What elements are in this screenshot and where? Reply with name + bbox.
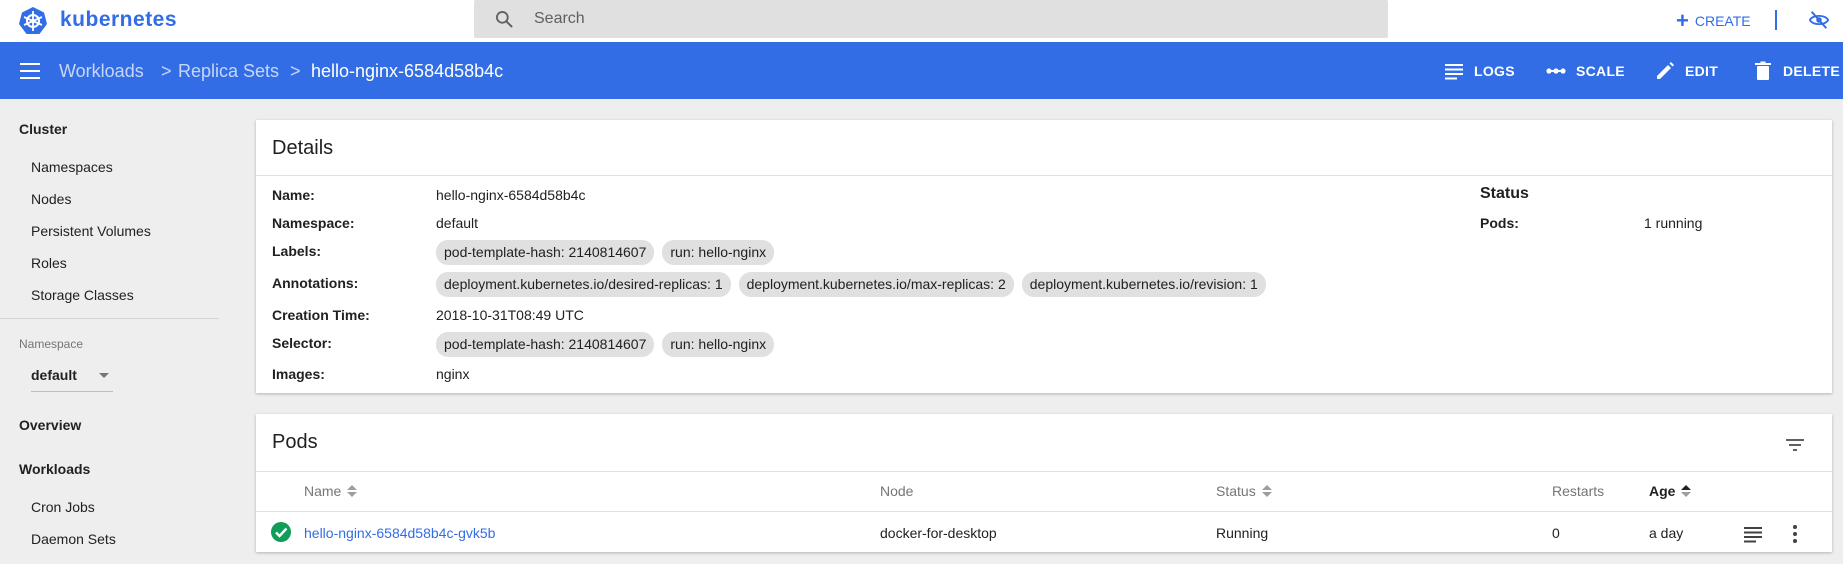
search-input[interactable] [534,0,1374,38]
pods-status-value: 1 running [1644,215,1703,231]
annotation-chip: deployment.kubernetes.io/max-replicas: 2 [738,272,1014,297]
column-label: Age [1649,483,1676,499]
images-label: Images: [272,366,325,382]
namespace-value: default [436,215,479,231]
name-label: Name: [272,187,315,203]
breadcrumb-separator: > [290,61,301,81]
card-divider [256,471,1832,472]
column-label: Restarts [1552,483,1605,499]
sort-ascending-icon[interactable] [1681,485,1692,497]
edit-button[interactable]: EDIT [1654,60,1718,82]
table-header-divider [256,511,1832,512]
scale-button[interactable]: SCALE [1545,60,1625,82]
sidebar-item-cron-jobs[interactable]: Cron Jobs [31,499,95,515]
sidebar-item-daemon-sets[interactable]: Daemon Sets [31,531,116,547]
filter-icon[interactable] [1783,433,1807,457]
toolbar-divider [1775,10,1777,30]
breadcrumb-separator: > [161,61,172,81]
sidebar-item-persistent-volumes[interactable]: Persistent Volumes [31,223,151,239]
sidebar-item-nodes[interactable]: Nodes [31,191,71,207]
menu-icon[interactable] [20,63,40,79]
labels-label: Labels: [272,243,322,259]
column-label: Name [304,483,342,499]
annotation-chip: deployment.kubernetes.io/desired-replica… [436,272,731,297]
column-header-age[interactable]: Age [1649,483,1692,499]
selector-chip: pod-template-hash: 2140814607 [436,332,655,357]
column-header-restarts: Restarts [1552,483,1604,499]
search-bar[interactable] [474,0,1388,38]
pods-status-label: Pods: [1480,215,1519,231]
selector-label: Selector: [272,335,332,351]
column-label: Status [1216,483,1256,499]
logs-icon[interactable] [1742,523,1764,545]
namespace-label: Namespace: [272,215,355,231]
breadcrumb-bar: Workloads > Replica Sets > hello-nginx-6… [0,42,1843,99]
labels-chips: pod-template-hash: 2140814607 run: hello… [436,240,775,265]
status-heading: Status [1480,185,1529,202]
sidebar-heading-cluster[interactable]: Cluster [19,121,67,137]
namespace-label: Namespace [19,337,84,351]
column-header-node: Node [880,483,913,499]
creation-time-value: 2018-10-31T08:49 UTC [436,307,584,323]
scale-label: SCALE [1576,63,1625,79]
label-chip: run: hello-nginx [662,240,775,265]
annotation-chip: deployment.kubernetes.io/revision: 1 [1021,272,1266,297]
pod-status: Running [1216,525,1269,541]
sidebar-item-overview[interactable]: Overview [19,417,81,433]
pencil-icon [1657,62,1674,79]
brand-title[interactable]: kubernetes [60,8,177,32]
pod-name-link[interactable]: hello-nginx-6584d58b4c-gvk5b [304,525,495,541]
annotations-label: Annotations: [272,275,359,291]
logs-button[interactable]: LOGS [1443,60,1515,82]
logs-label: LOGS [1474,63,1515,79]
search-icon [496,11,513,28]
sidebar: Cluster Namespaces Nodes Persistent Volu… [0,99,236,564]
pod-node: docker-for-desktop [880,525,997,541]
sort-icon[interactable] [347,485,358,497]
page-title: hello-nginx-6584d58b4c [311,61,504,81]
sidebar-item-storage-classes[interactable]: Storage Classes [31,287,134,303]
trash-icon [1755,61,1771,80]
kubernetes-logo-icon[interactable] [18,6,48,36]
annotations-chips: deployment.kubernetes.io/desired-replica… [436,272,1266,297]
dropdown-caret-icon [99,373,109,378]
sort-icon[interactable] [1261,485,1272,497]
sidebar-heading-workloads[interactable]: Workloads [19,461,90,477]
breadcrumb-replica-sets[interactable]: Replica Sets [178,61,279,82]
create-label: CREATE [1694,13,1751,29]
delete-button[interactable]: DELETE [1752,60,1840,82]
images-value: nginx [436,366,470,382]
column-header-status[interactable]: Status [1216,483,1272,499]
scale-icon [1546,68,1566,74]
pod-age: a day [1649,525,1684,541]
column-label: Node [880,483,914,499]
check-circle-icon [271,522,291,542]
top-bar: kubernetes + CREATE [0,0,1843,42]
pods-card: Pods Name Node Status Restarts Age hello… [256,414,1832,552]
sidebar-item-roles[interactable]: Roles [31,255,67,271]
more-vert-icon[interactable] [1784,523,1806,545]
breadcrumb-workloads[interactable]: Workloads [59,61,144,82]
logs-icon [1445,64,1463,80]
visibility-off-icon[interactable] [1808,9,1830,31]
edit-label: EDIT [1685,63,1719,79]
card-divider [256,175,1832,176]
sidebar-divider [0,318,219,319]
column-header-name[interactable]: Name [304,483,358,499]
selector-chips: pod-template-hash: 2140814607 run: hello… [436,332,775,357]
creation-time-label: Creation Time: [272,307,370,323]
namespace-value: default [31,367,77,383]
selector-chip: run: hello-nginx [662,332,775,357]
details-title: Details [272,137,334,159]
sidebar-item-namespaces[interactable]: Namespaces [31,159,113,175]
details-card: Details Name: hello-nginx-6584d58b4c Nam… [256,120,1832,393]
pods-title: Pods [272,431,318,453]
delete-label: DELETE [1783,63,1841,79]
pod-restarts: 0 [1552,525,1560,541]
namespace-select[interactable]: default [31,364,113,392]
label-chip: pod-template-hash: 2140814607 [436,240,655,265]
create-button[interactable]: + CREATE [1676,8,1751,34]
name-value: hello-nginx-6584d58b4c [436,187,586,203]
plus-icon: + [1676,8,1689,33]
